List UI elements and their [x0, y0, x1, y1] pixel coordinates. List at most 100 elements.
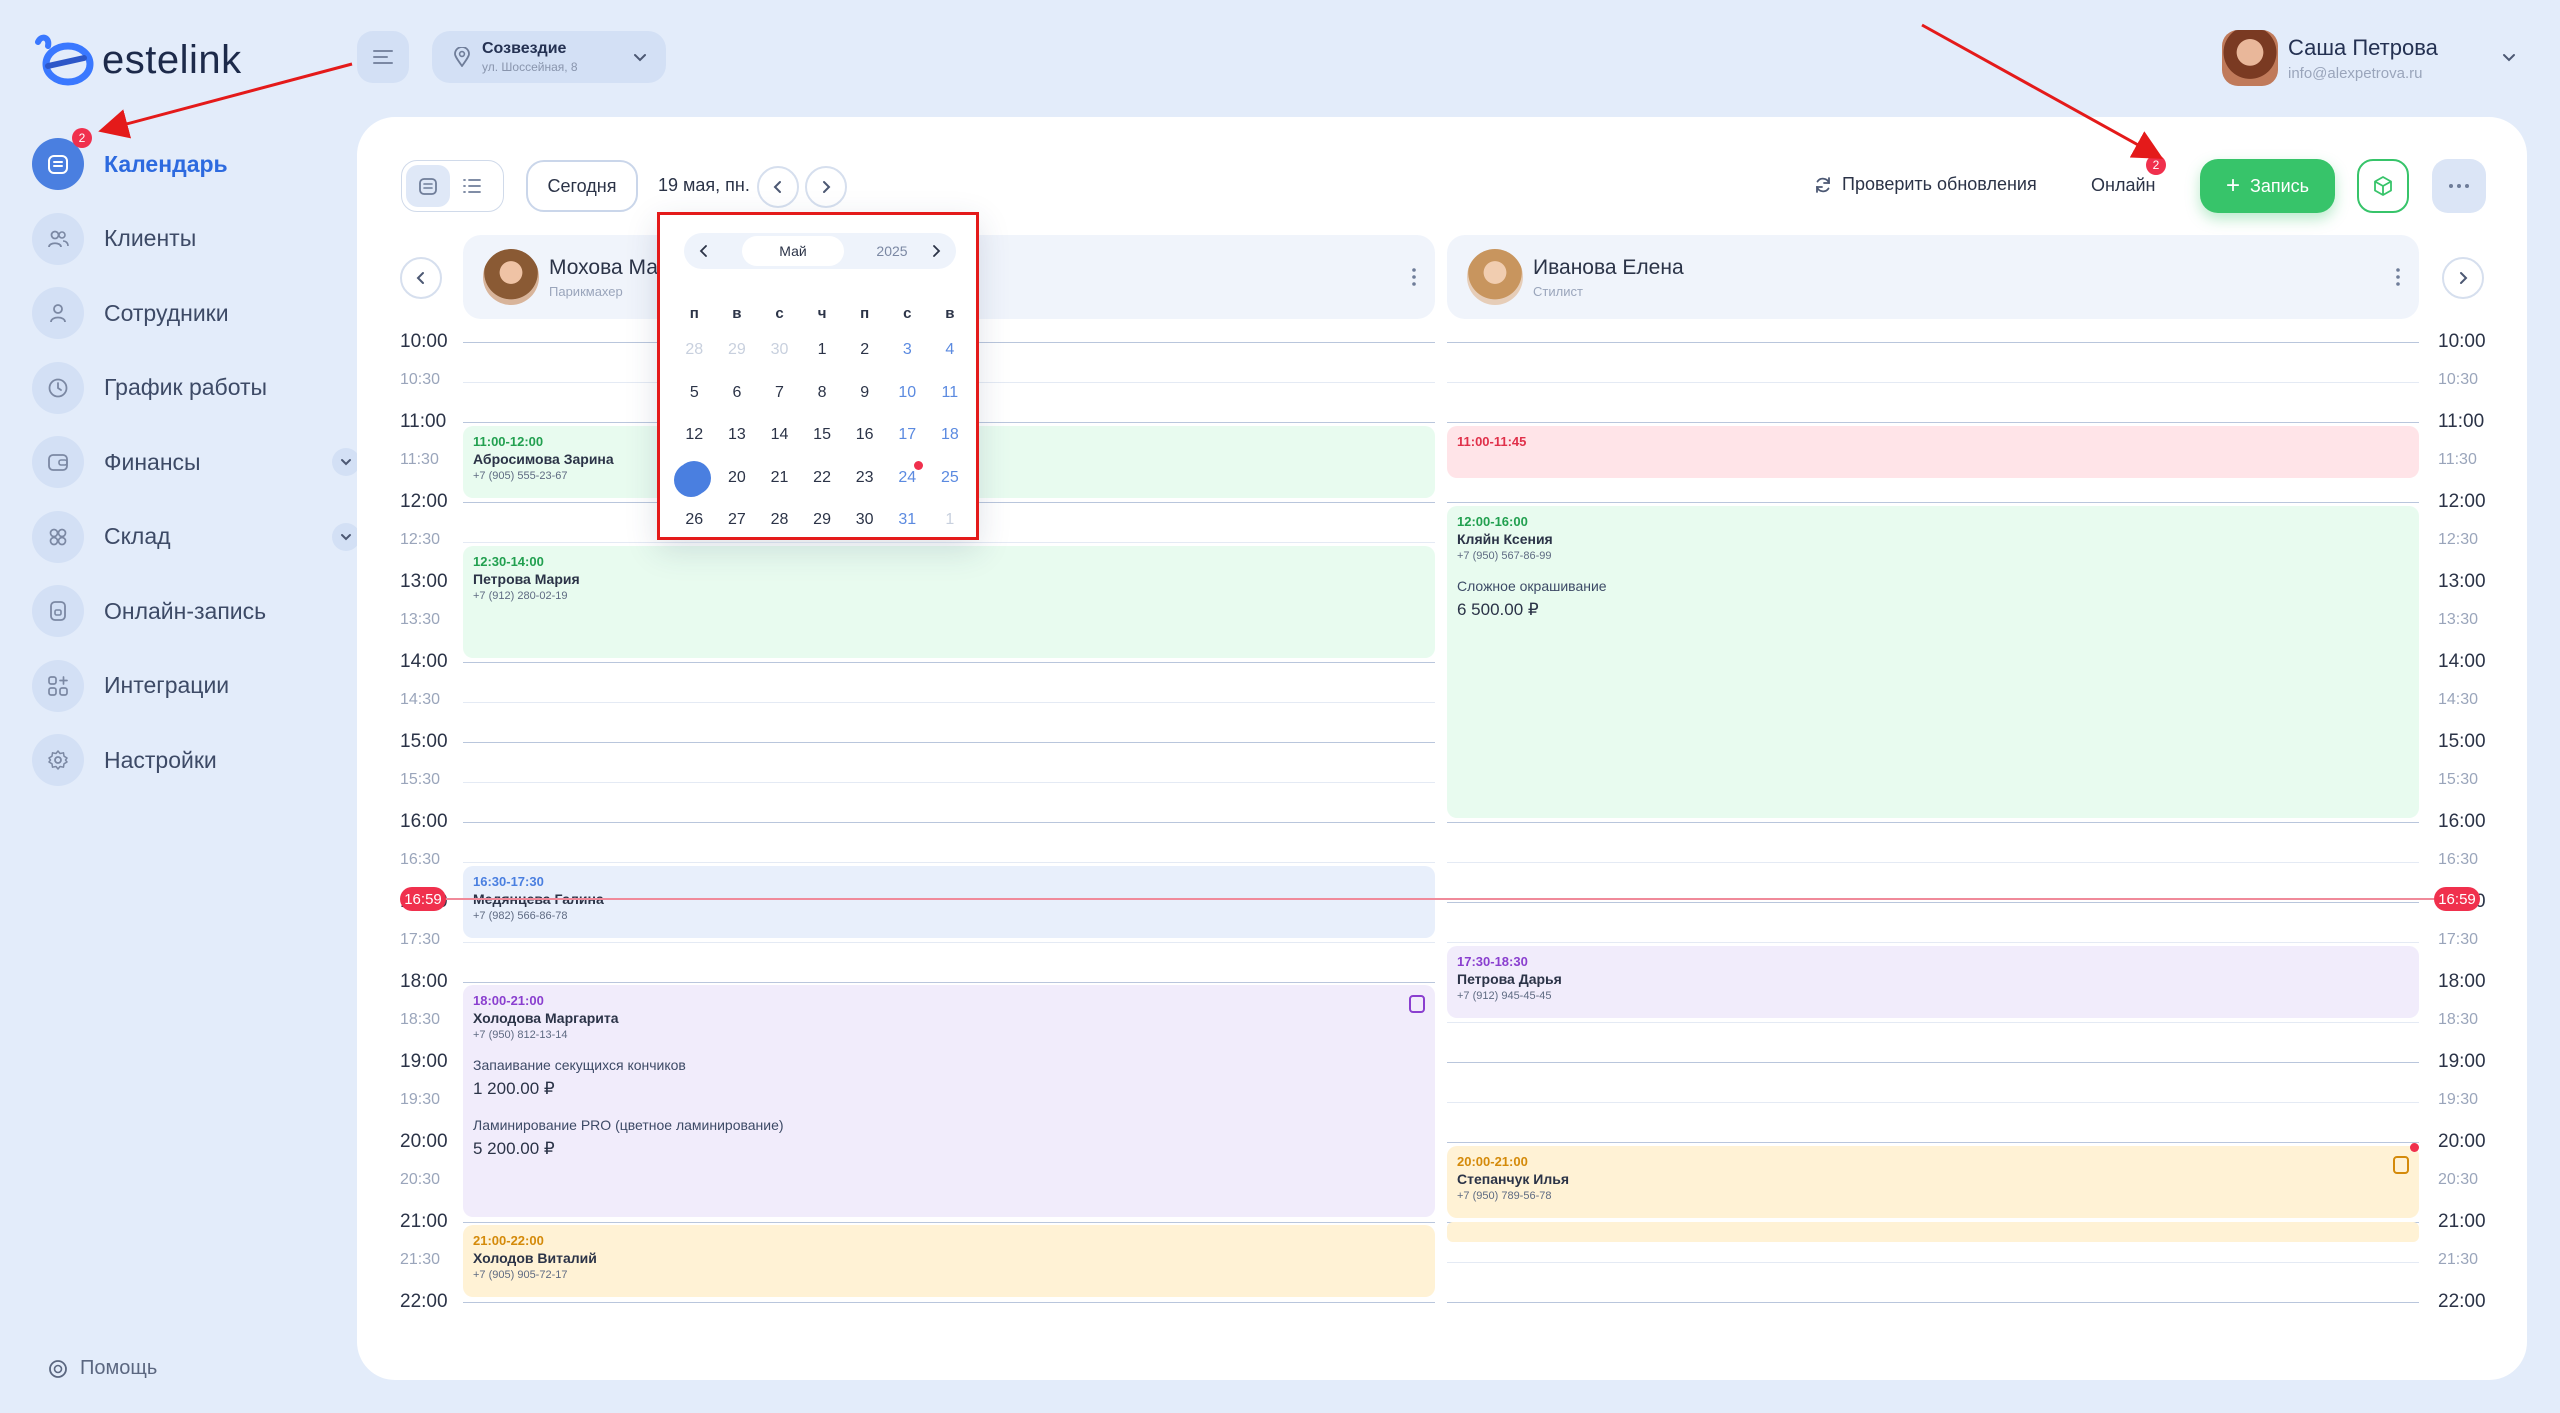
time-label: 13:30 [400, 611, 441, 628]
sidebar-item-clients[interactable]: Клиенты [32, 211, 332, 267]
next-staff-button[interactable] [2442, 257, 2484, 299]
current-date-label[interactable]: 19 мая, пн. [658, 175, 750, 196]
online-bookings-button[interactable]: Онлайн [2091, 175, 2155, 196]
add-appointment-button[interactable]: + Запись [2200, 159, 2335, 213]
sidebar-item-staff[interactable]: Сотрудники [32, 285, 332, 341]
next-month-button[interactable] [924, 239, 948, 263]
day-cell[interactable]: 28 [758, 499, 801, 542]
appointment-card[interactable]: 11:00-11:45 [1447, 426, 2419, 478]
day-cell[interactable]: 9 [843, 372, 886, 415]
day-number: 3 [902, 341, 912, 359]
user-profile[interactable]: Саша Петрова info@alexpetrova.ru [2222, 30, 2438, 86]
day-cell[interactable]: 18 [929, 414, 972, 457]
day-cell[interactable]: 1 [929, 499, 972, 542]
help-link[interactable]: Помощь [48, 1357, 157, 1380]
add-appointment-label: Запись [2249, 175, 2310, 196]
day-cell[interactable]: 4 [929, 329, 972, 372]
day-cell[interactable]: 29 [801, 499, 844, 542]
grid-line [463, 782, 1435, 783]
check-updates-button[interactable]: Проверить обновления [1814, 174, 2037, 195]
sidebar-nav: Календарь 2 Клиенты Сотрудники График ра… [32, 128, 360, 807]
day-cell[interactable]: 30 [758, 329, 801, 372]
day-cell-selected[interactable]: 19 [673, 457, 716, 500]
prev-month-button[interactable] [692, 239, 716, 263]
time-label: 14:00 [400, 651, 448, 672]
day-cell[interactable]: 12 [673, 414, 716, 457]
staff-menu-icon[interactable] [1409, 265, 1419, 289]
sidebar-item-schedule[interactable]: График работы [32, 360, 332, 416]
day-cell[interactable]: 6 [716, 372, 759, 415]
day-cell[interactable]: 5 [673, 372, 716, 415]
time-label: 13:30 [2438, 611, 2479, 628]
more-options-button[interactable] [2432, 159, 2486, 213]
month-select[interactable]: Май [742, 236, 844, 266]
chevron-right-icon [933, 245, 941, 257]
appointment-card[interactable]: 20:00-21:00 Степанчук Илья +7 (950) 789-… [1447, 1146, 2419, 1218]
day-cell[interactable]: 24 [886, 457, 929, 500]
appointment-card[interactable]: 16:30-17:30 Медянцева Галина +7 (982) 56… [463, 866, 1435, 938]
day-cell[interactable]: 25 [929, 457, 972, 500]
appointment-card[interactable]: 18:00-21:00 Холодова Маргарита +7 (950) … [463, 985, 1435, 1217]
weekday-label: п [860, 304, 870, 322]
appointment-phone: +7 (950) 567-86-99 [1457, 550, 1552, 562]
user-menu-chevron-icon[interactable] [2500, 48, 2518, 66]
prev-day-button[interactable] [757, 166, 799, 208]
time-label: 22:00 [2438, 1291, 2486, 1312]
sidebar-item-integrations[interactable]: Интеграции [32, 658, 332, 714]
day-cell[interactable]: 3 [886, 329, 929, 372]
day-cell[interactable]: 14 [758, 414, 801, 457]
appointment-time: 12:00-16:00 [1457, 514, 1528, 529]
day-cell[interactable]: 28 [673, 329, 716, 372]
sidebar-item-finance[interactable]: Финансы [32, 434, 360, 490]
day-cell[interactable]: 11 [929, 372, 972, 415]
calendar-notification-badge: 2 [72, 128, 92, 148]
expand-warehouse-button[interactable] [332, 522, 360, 551]
sidebar-item-warehouse[interactable]: Склад [32, 509, 360, 565]
staff-header-2[interactable]: Иванова Елена Стилист [1447, 235, 2419, 319]
day-cell[interactable]: 31 [886, 499, 929, 542]
day-cell[interactable]: 29 [716, 329, 759, 372]
sidebar-item-online-booking[interactable]: Онлайн-запись [32, 583, 332, 639]
next-day-button[interactable] [805, 166, 847, 208]
appointment-time: 11:00-11:45 [1457, 434, 1527, 449]
year-select[interactable]: 2025 [862, 236, 922, 266]
day-cell[interactable]: 10 [886, 372, 929, 415]
map-pin-icon [454, 47, 470, 67]
products-button[interactable] [2357, 159, 2409, 213]
day-cell[interactable]: 27 [716, 499, 759, 542]
expand-finance-button[interactable] [332, 448, 360, 476]
prev-staff-button[interactable] [400, 257, 442, 299]
day-cell[interactable]: 15 [801, 414, 844, 457]
day-cell[interactable]: 8 [801, 372, 844, 415]
day-cell[interactable]: 7 [758, 372, 801, 415]
day-cell[interactable]: 21 [758, 457, 801, 500]
day-cell[interactable]: 13 [716, 414, 759, 457]
appointment-card[interactable]: 12:30-14:00 Петрова Мария +7 (912) 280-0… [463, 546, 1435, 658]
location-selector[interactable]: Созвездие ул. Шоссейная, 8 [432, 31, 666, 83]
day-cell[interactable]: 2 [843, 329, 886, 372]
menu-toggle-button[interactable] [357, 31, 409, 83]
chevron-down-icon [634, 54, 646, 62]
day-cell[interactable]: 16 [843, 414, 886, 457]
grid-line [1447, 1022, 2419, 1023]
day-cell[interactable]: 22 [801, 457, 844, 500]
today-button[interactable]: Сегодня [526, 160, 638, 212]
appointment-card[interactable]: 12:00-16:00 Кляйн Ксения +7 (950) 567-86… [1447, 506, 2419, 818]
calendar-view-button[interactable] [406, 165, 450, 207]
day-cell[interactable]: 30 [843, 499, 886, 542]
day-cell[interactable]: 26 [673, 499, 716, 542]
day-number: 25 [940, 468, 959, 486]
time-label: 14:00 [2438, 651, 2486, 672]
sidebar-item-calendar[interactable]: Календарь 2 [32, 128, 332, 192]
day-cell[interactable]: 20 [716, 457, 759, 500]
appointment-card[interactable]: 21:00-22:00 Холодов Виталий +7 (905) 905… [463, 1225, 1435, 1297]
day-cell[interactable]: 23 [843, 457, 886, 500]
sidebar-item-settings[interactable]: Настройки [32, 732, 332, 788]
app-logo[interactable]: estelink [32, 30, 242, 90]
day-cell[interactable]: 17 [886, 414, 929, 457]
integrations-icon [48, 675, 68, 696]
appointment-card[interactable]: 17:30-18:30 Петрова Дарья +7 (912) 945-4… [1447, 946, 2419, 1018]
day-cell[interactable]: 1 [801, 329, 844, 372]
list-view-button[interactable] [450, 165, 494, 207]
staff-menu-icon[interactable] [2393, 265, 2403, 289]
